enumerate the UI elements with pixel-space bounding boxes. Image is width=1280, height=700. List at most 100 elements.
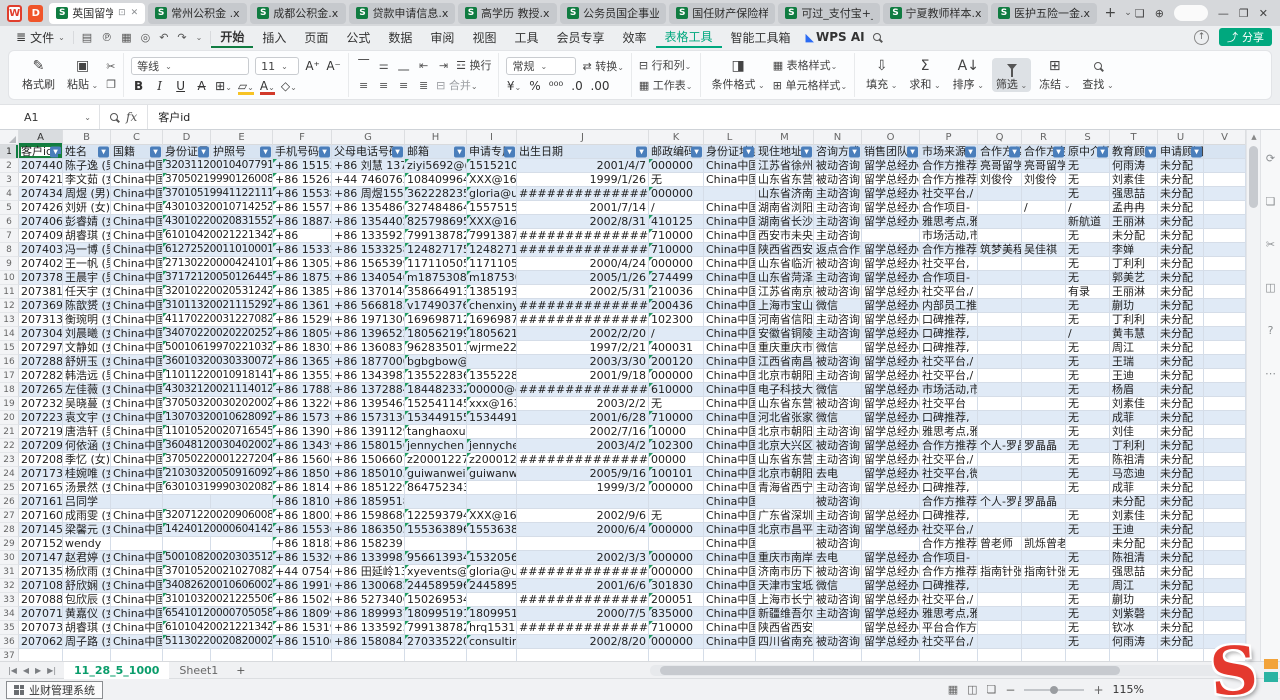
cell[interactable]: +86 1506607386 [332, 453, 405, 467]
cell[interactable]: +86 13439252 [273, 439, 332, 453]
row-number[interactable]: 7 [0, 229, 19, 243]
filter-dropdown-icon[interactable]: ▼ [150, 146, 161, 157]
cell[interactable]: 710000 [649, 229, 704, 243]
cell[interactable]: 钦冰 [1110, 621, 1158, 635]
find-button[interactable]: 查找 ⌄ [1078, 58, 1117, 92]
cell[interactable]: m1875308 [467, 271, 517, 285]
column-header-G[interactable]: G [332, 130, 405, 145]
cell[interactable] [1204, 425, 1246, 439]
cell[interactable]: 207297 [19, 341, 63, 355]
row-number[interactable]: 19 [0, 397, 19, 411]
row-number[interactable]: 13 [0, 313, 19, 327]
cell-style-button[interactable]: ⊞ 单元格样式⌄ [773, 77, 847, 93]
cell[interactable]: 胡睿琪 (女 [63, 229, 111, 243]
cell[interactable]: 207288 [19, 355, 63, 369]
cell[interactable]: 郭美艺 [1110, 271, 1158, 285]
cell[interactable]: xyevents@ [405, 565, 467, 579]
cell[interactable]: 罗晶晶 [1022, 495, 1066, 509]
cell[interactable]: China中国 [704, 271, 756, 285]
cell[interactable]: +86 1899937166 [332, 607, 405, 621]
cell[interactable] [978, 621, 1022, 635]
cell[interactable]: 梁馨元 (女 [63, 523, 111, 537]
cell[interactable]: 207173 [19, 467, 63, 481]
cell[interactable]: 留学总经办 [862, 355, 920, 369]
cell[interactable] [978, 551, 1022, 565]
cell[interactable]: +86 18501030 [273, 467, 332, 481]
cell[interactable]: +86 1335925706 [332, 621, 405, 635]
cell[interactable]: 207062 [19, 635, 63, 649]
cell[interactable]: 799138782 [467, 229, 517, 243]
cell[interactable]: guiwanwei [467, 467, 517, 481]
cell[interactable] [1022, 523, 1066, 537]
cell[interactable] [1022, 481, 1066, 495]
cell[interactable] [756, 649, 814, 661]
menu-item-审阅[interactable]: 审阅 [421, 26, 463, 48]
cell[interactable]: 社交平台,/ [920, 355, 978, 369]
cell[interactable] [1204, 607, 1246, 621]
cell[interactable]: 370502199901260083 [163, 173, 273, 187]
cell[interactable]: 微信 [814, 341, 862, 355]
percent-icon[interactable]: % [527, 79, 542, 93]
cell[interactable]: 未分配 [1158, 439, 1204, 453]
share-button[interactable]: ⤴ 分享 [1219, 28, 1272, 46]
cell[interactable]: +44 7460762888 [332, 173, 405, 187]
cell[interactable]: 筑梦美程 [978, 243, 1022, 257]
cell[interactable]: tanghaoxu [405, 425, 467, 439]
cell[interactable]: 周子路 (女 [63, 635, 111, 649]
cell[interactable]: +86 15575158 [273, 201, 332, 215]
cell[interactable]: 合作方推荐 [920, 243, 978, 257]
cell[interactable] [1022, 411, 1066, 425]
wps-ai-label[interactable]: WPS AI [816, 30, 865, 44]
cell[interactable]: +86 18099519 [273, 607, 332, 621]
cell[interactable]: 未分配 [1158, 565, 1204, 579]
cell[interactable]: +86 1370140948 [332, 285, 405, 299]
cell[interactable]: 000000 [649, 159, 704, 173]
cell[interactable]: 口碑推荐, [920, 509, 978, 523]
next-sheet-icon[interactable]: ▶ [35, 666, 41, 675]
cell[interactable] [1204, 579, 1246, 593]
cell[interactable]: 何雨涛 [1110, 159, 1158, 173]
cell[interactable]: 主动咨询 [814, 215, 862, 229]
cell[interactable]: China中国 [704, 397, 756, 411]
header-cell[interactable]: 合作方名称▼ [1022, 145, 1066, 159]
cell[interactable]: 无 [1066, 229, 1110, 243]
file-tab[interactable]: S国任财产保险样本.x [669, 3, 775, 24]
cell[interactable] [467, 425, 517, 439]
column-header-M[interactable]: M [756, 130, 814, 145]
menu-item-视图[interactable]: 视图 [463, 26, 505, 48]
cell[interactable] [1204, 537, 1246, 551]
cell[interactable]: 未分配 [1158, 243, 1204, 257]
menu-item-插入[interactable]: 插入 [253, 26, 295, 48]
cell[interactable]: ############## [517, 593, 649, 607]
cell[interactable]: 207209 [19, 439, 63, 453]
cell[interactable] [332, 649, 405, 661]
cell[interactable]: 主动咨询 [814, 229, 862, 243]
cell[interactable]: 主动咨询 [814, 271, 862, 285]
header-cell[interactable]: 申请专用▼ [467, 145, 517, 159]
cell[interactable]: 湖南省长沙 [756, 215, 814, 229]
cell[interactable] [978, 593, 1022, 607]
cell[interactable] [978, 383, 1022, 397]
cell[interactable]: 陕西省西安 [756, 621, 814, 635]
cell[interactable] [1022, 579, 1066, 593]
normal-view-icon[interactable]: ▦ [948, 683, 958, 696]
cell[interactable]: 207108 [19, 579, 63, 593]
cell[interactable] [1204, 313, 1246, 327]
cell[interactable]: 天津市宝坻 [756, 579, 814, 593]
filter-dropdown-icon[interactable]: ▼ [260, 146, 271, 157]
cell[interactable]: 无 [1066, 411, 1110, 425]
cell[interactable]: 留学总经办 [862, 439, 920, 453]
cell[interactable]: 留学总经办 [862, 621, 920, 635]
cell[interactable] [1204, 509, 1246, 523]
cell[interactable]: 强思喆 [1110, 565, 1158, 579]
formula-content[interactable]: 客户id [148, 109, 190, 125]
column-header-E[interactable]: E [211, 130, 273, 145]
cell[interactable] [978, 201, 1022, 215]
cell[interactable]: 唐浩轩 (男 [63, 425, 111, 439]
cell[interactable]: 未分配 [1158, 397, 1204, 411]
cell[interactable] [978, 327, 1022, 341]
cell[interactable]: 电子科技大 [756, 383, 814, 397]
cell[interactable]: 301830 [649, 579, 704, 593]
cell[interactable]: 蒯玏 [1110, 593, 1158, 607]
cell[interactable]: +86 1971300890 [332, 313, 405, 327]
